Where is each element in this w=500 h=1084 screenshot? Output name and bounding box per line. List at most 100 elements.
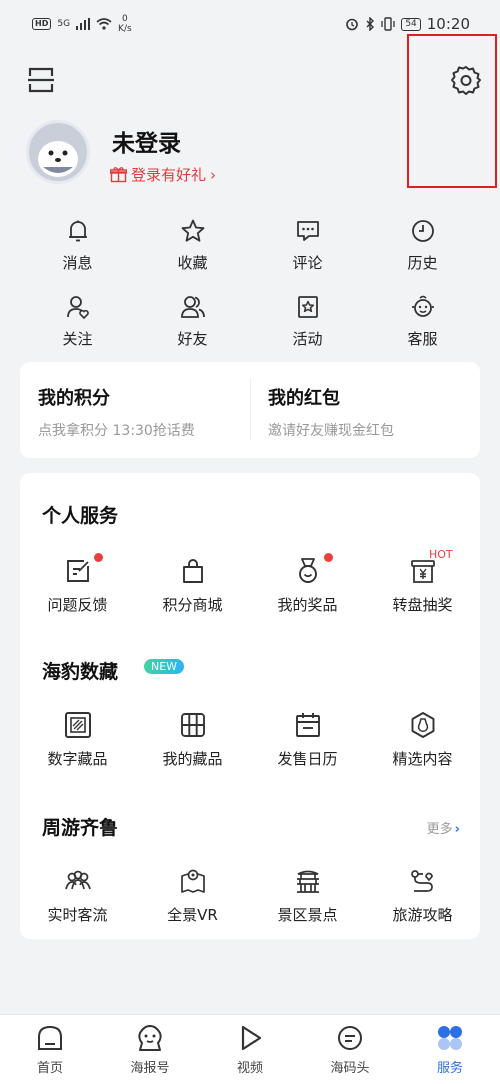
quick-row-2: 关注 好友 活动 客服: [20, 288, 480, 364]
quick-label: 消息: [62, 254, 93, 272]
status-right: 54 10:20: [345, 15, 470, 33]
collection-label: 发售日历: [277, 750, 338, 768]
nav-home[interactable]: 首页: [0, 1015, 100, 1084]
red-packet-subtitle: 邀请好友赚现金红包: [268, 423, 394, 439]
travel-item-guide[interactable]: 旅游攻略: [365, 867, 480, 925]
quick-label: 评论: [292, 254, 323, 272]
quick-label: 好友: [177, 330, 208, 348]
notification-dot: [94, 553, 103, 562]
seal-avatar-icon: [38, 141, 78, 177]
login-gift-link[interactable]: 登录有好礼 ›: [110, 164, 216, 185]
avatar[interactable]: [26, 120, 90, 184]
quick-label: 活动: [292, 330, 323, 348]
feedback-icon: [66, 560, 89, 582]
service-item-feedback[interactable]: 问题反馈: [20, 553, 135, 615]
collection-item-featured[interactable]: 精选内容: [365, 711, 480, 769]
points-subtitle: 点我拿积分 13:30抢话费: [38, 423, 195, 439]
quick-actions: 消息 收藏 评论 历史 关注 好友 活动 客服: [20, 212, 480, 364]
digital-collection-icon: [64, 712, 91, 738]
follow-icon: [66, 296, 89, 320]
travel-row: 实时客流 全景VR 景区景点 旅游攻略: [20, 867, 480, 925]
quick-item-activity[interactable]: 活动: [250, 288, 365, 364]
bell-icon: [68, 220, 87, 242]
travel-item-vr[interactable]: 全景VR: [135, 867, 250, 925]
points-title: 我的积分: [38, 388, 110, 409]
battery-indicator: 54: [401, 17, 421, 31]
activity-icon: [297, 296, 318, 318]
notification-dot: [324, 553, 333, 562]
quick-item-follow[interactable]: 关注: [20, 288, 135, 364]
travel-label: 旅游攻略: [392, 906, 453, 924]
quick-item-messages[interactable]: 消息: [20, 212, 135, 288]
medal-icon: [298, 558, 317, 583]
my-red-packet[interactable]: 我的红包 邀请好友赚现金红包: [250, 362, 480, 458]
services-icon: [438, 1026, 462, 1050]
seal-icon: [138, 1025, 162, 1051]
scan-icon[interactable]: [28, 66, 54, 94]
clock-time: 10:20: [426, 15, 470, 33]
profile-section[interactable]: 未登录 登录有好礼 ›: [26, 120, 466, 186]
travel-label: 景区景点: [277, 906, 338, 924]
collection-item-mine[interactable]: 我的藏品: [135, 711, 250, 769]
service-label: 积分商城: [162, 596, 223, 614]
more-link[interactable]: 更多 ›: [427, 818, 460, 837]
clock-icon: [411, 220, 434, 242]
route-icon: [410, 870, 433, 892]
nav-services[interactable]: 服务: [400, 1015, 500, 1084]
nav-label: 首页: [36, 1061, 63, 1076]
points-card: 我的积分 点我拿积分 13:30抢话费 我的红包 邀请好友赚现金红包: [20, 362, 480, 458]
section-title-digital-collections: 海豹数藏: [42, 661, 119, 683]
service-item-lottery[interactable]: HOT 转盘抽奖: [365, 548, 480, 615]
red-packet-title: 我的红包: [268, 388, 340, 409]
quick-item-favorites[interactable]: 收藏: [135, 212, 250, 288]
play-icon: [241, 1025, 262, 1051]
collection-item-digital[interactable]: 数字藏品: [20, 711, 135, 769]
vibrate-icon: [381, 17, 395, 31]
travel-item-scenic[interactable]: 景区景点: [250, 867, 365, 925]
quick-label: 关注: [62, 330, 93, 348]
comment-icon: [296, 221, 319, 241]
nav-video[interactable]: 视频: [200, 1015, 300, 1084]
section-title-travel: 周游齐鲁: [42, 817, 119, 839]
quick-row-1: 消息 收藏 评论 历史: [20, 212, 480, 288]
grid-collection-icon: [180, 713, 205, 737]
signal-label: 5G: [57, 19, 71, 29]
collection-item-calendar[interactable]: 发售日历: [250, 711, 365, 769]
chat-icon: [338, 1026, 362, 1050]
wifi-icon: [96, 18, 112, 30]
bluetooth-icon: [366, 17, 375, 31]
vr-map-icon: [180, 869, 205, 893]
bottom-nav: 首页 海报号 视频 海码头 服务: [0, 1014, 500, 1084]
service-item-my-prizes[interactable]: 我的奖品: [250, 553, 365, 615]
service-label: 问题反馈: [47, 596, 108, 614]
signal-icon: [76, 18, 91, 30]
nav-label: 视频: [236, 1061, 263, 1076]
travel-item-crowd[interactable]: 实时客流: [20, 867, 135, 925]
friends-icon: [180, 296, 205, 318]
lottery-icon: [410, 560, 435, 583]
home-icon: [38, 1025, 62, 1050]
quick-item-friends[interactable]: 好友: [135, 288, 250, 364]
service-item-points-mall[interactable]: 积分商城: [135, 557, 250, 615]
collection-label: 数字藏品: [47, 750, 108, 768]
hot-tag: HOT: [429, 548, 453, 561]
quick-item-comments[interactable]: 评论: [250, 212, 365, 288]
new-badge: NEW: [144, 659, 185, 674]
quick-item-customer-service[interactable]: 客服: [365, 288, 480, 364]
nav-label: 海报号: [130, 1061, 170, 1076]
nav-label: 海码头: [330, 1061, 370, 1076]
status-left: HD 5G 0 K/s: [32, 14, 132, 34]
travel-label: 实时客流: [47, 906, 108, 924]
services-card: 个人服务 问题反馈 积分商城 我的奖品 HOT 转盘抽奖 海豹数藏 NEW 数字…: [20, 473, 480, 939]
collection-label: 精选内容: [392, 750, 453, 768]
quick-item-history[interactable]: 历史: [365, 212, 480, 288]
chevron-right-icon: ›: [454, 822, 460, 837]
calendar-icon: [295, 713, 320, 737]
nav-pier[interactable]: 海码头: [300, 1015, 400, 1084]
pavilion-icon: [296, 870, 319, 893]
nav-label: 服务: [436, 1061, 463, 1076]
gift-icon: [110, 167, 127, 183]
login-status-title[interactable]: 未登录: [112, 124, 181, 158]
my-points[interactable]: 我的积分 点我拿积分 13:30抢话费: [20, 362, 250, 458]
nav-seal[interactable]: 海报号: [100, 1015, 200, 1084]
